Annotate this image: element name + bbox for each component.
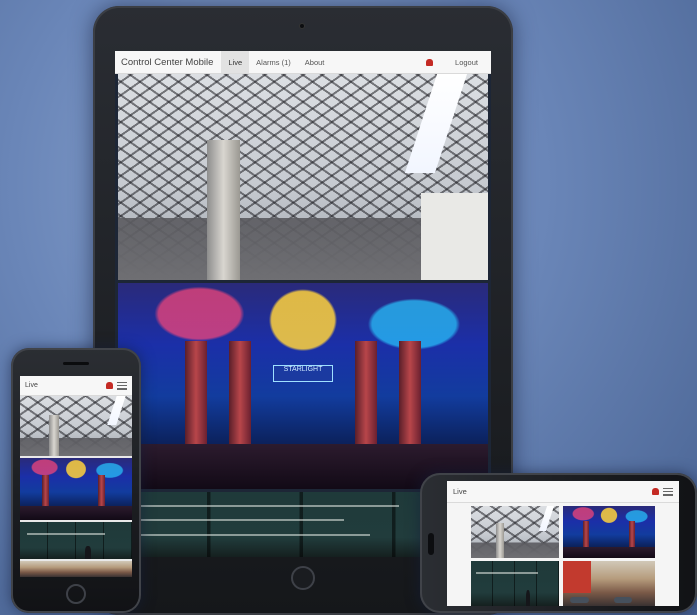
nav-tab-about[interactable]: About	[298, 51, 332, 73]
home-button[interactable]	[66, 584, 86, 604]
menu-icon[interactable]	[663, 487, 673, 496]
pillar	[206, 139, 241, 280]
logout-button[interactable]: Logout	[419, 51, 485, 73]
camera-feed-street[interactable]	[563, 561, 655, 606]
front-camera	[299, 23, 305, 29]
alarm-bell-icon[interactable]	[106, 382, 113, 389]
phone-device: Live	[11, 348, 141, 613]
top-navbar: Control Center Mobile Live Alarms (1) Ab…	[115, 51, 491, 74]
camera-feed-casino[interactable]: STARLIGHT	[118, 283, 488, 489]
wall	[421, 193, 488, 280]
app-brand[interactable]: Control Center Mobile	[121, 57, 213, 68]
camera-feed-terminal[interactable]	[118, 74, 488, 280]
side-button	[428, 533, 434, 555]
camera-feed-terminal[interactable]	[20, 396, 132, 456]
menu-icon[interactable]	[117, 381, 127, 390]
camera-feed-terminal[interactable]	[471, 506, 559, 558]
earpiece	[63, 362, 89, 365]
nav-tab-live[interactable]: Live	[25, 382, 38, 389]
camera-feed-casino[interactable]	[20, 458, 132, 520]
camera-feed-street[interactable]	[20, 561, 132, 577]
phone-screen: Live	[20, 376, 132, 577]
ceiling-light	[405, 74, 468, 173]
nav-tab-live[interactable]: Live	[221, 51, 250, 73]
nav-tab-live[interactable]: Live	[453, 487, 467, 496]
phone-navbar: Live	[20, 376, 132, 396]
camera-feed-lecture[interactable]	[471, 561, 559, 606]
camera-feed-lecture[interactable]	[20, 522, 132, 559]
phone-landscape-device: Live	[420, 473, 697, 613]
landscape-navbar: Live	[447, 481, 679, 503]
nav-tab-alarms[interactable]: Alarms (1)	[249, 51, 298, 73]
camera-feed-casino[interactable]	[563, 506, 655, 558]
logout-label: Logout	[455, 57, 478, 67]
home-button[interactable]	[291, 566, 315, 590]
alarm-bell-icon[interactable]	[652, 488, 659, 495]
alarm-bell-icon	[426, 58, 434, 66]
phone-landscape-screen: Live	[447, 481, 679, 606]
casino-sign: STARLIGHT	[273, 365, 333, 382]
